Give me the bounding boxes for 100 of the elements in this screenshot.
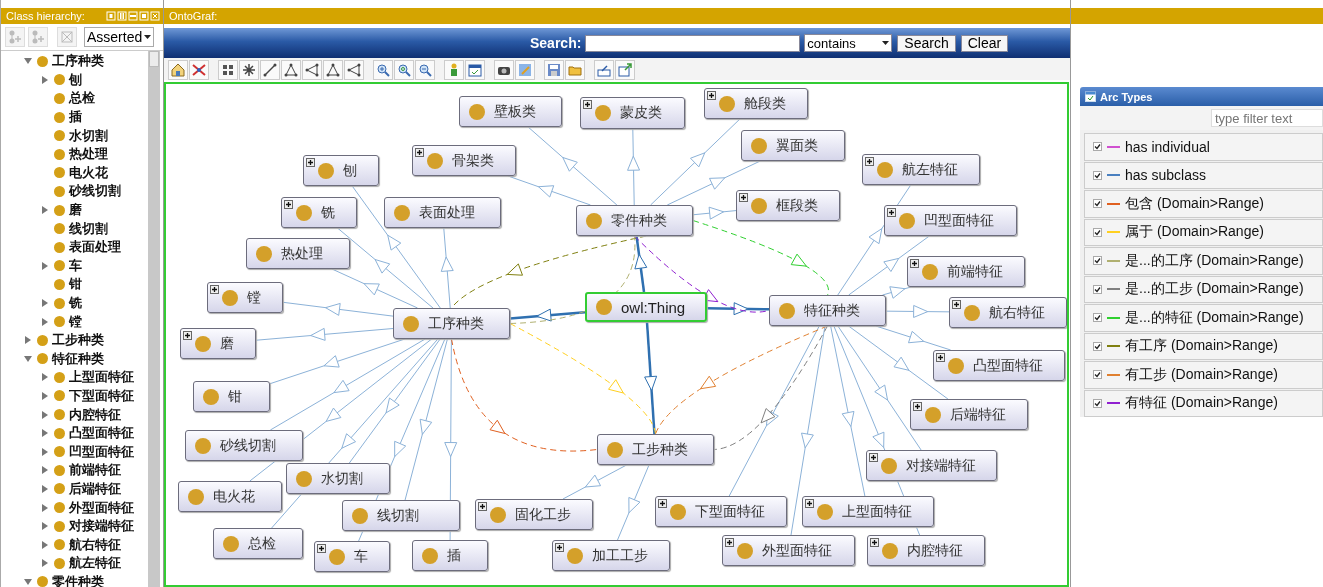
class-node[interactable]: 线切割 <box>342 500 460 531</box>
checkbox[interactable] <box>1093 142 1102 152</box>
arc-type-item[interactable]: 包含 (Domain>Range) <box>1084 190 1323 218</box>
expand-icon[interactable] <box>739 193 748 202</box>
tree-item[interactable]: 钳 <box>1 275 148 294</box>
expand-icon[interactable] <box>317 544 326 553</box>
filter-field[interactable]: type filter text <box>1211 109 1323 127</box>
checkbox[interactable] <box>1093 313 1102 323</box>
tree-item[interactable]: 刨 <box>1 70 148 90</box>
tree-item[interactable]: 前端特征 <box>1 461 148 480</box>
expand-icon[interactable] <box>952 300 961 309</box>
expand-icon[interactable] <box>870 538 879 547</box>
class-node[interactable]: 总检 <box>213 528 303 559</box>
checkbox[interactable] <box>1093 227 1102 237</box>
arc-type-item[interactable]: 有特征 (Domain>Range) <box>1084 389 1323 417</box>
class-node[interactable]: 下型面特征 <box>655 496 787 527</box>
expand-icon[interactable] <box>865 157 874 166</box>
class-node[interactable]: 蒙皮类 <box>580 97 685 129</box>
tree-item[interactable]: 表面处理 <box>1 237 148 257</box>
class-node[interactable]: 凸型面特征 <box>933 350 1065 381</box>
class-node[interactable]: 后端特征 <box>910 399 1028 430</box>
class-node[interactable]: 刨 <box>303 155 379 186</box>
class-node[interactable]: 固化工步 <box>475 499 593 530</box>
checkbox[interactable] <box>1093 370 1102 380</box>
class-node[interactable]: 壁板类 <box>459 96 562 127</box>
expand-icon[interactable] <box>210 285 219 294</box>
class-node[interactable]: 铣 <box>281 197 357 228</box>
tree-item[interactable]: 插 <box>1 107 148 127</box>
diagonal-icon[interactable] <box>260 60 280 80</box>
expanded-toggle-icon[interactable] <box>23 576 35 587</box>
tree-item[interactable]: 下型面特征 <box>1 386 148 406</box>
class-node[interactable]: 镗 <box>207 282 283 313</box>
tree-item[interactable]: 铣 <box>1 293 148 313</box>
tree-item[interactable]: 凹型面特征 <box>1 442 148 462</box>
sideways-tree-icon[interactable] <box>302 60 322 80</box>
class-node[interactable]: 特征种类 <box>769 295 886 326</box>
zoom-in-icon[interactable] <box>373 60 393 80</box>
tree-item[interactable]: 外型面特征 <box>1 498 148 517</box>
expand-icon[interactable] <box>887 208 896 217</box>
arc-type-item[interactable]: 是...的工步 (Domain>Range) <box>1084 275 1323 303</box>
arc-type-item[interactable]: 有工序 (Domain>Range) <box>1084 332 1323 360</box>
zoom-out-icon[interactable] <box>415 60 435 80</box>
search-button[interactable]: Search <box>897 34 956 52</box>
checkbox[interactable] <box>1093 341 1102 351</box>
class-node[interactable]: 航右特征 <box>949 297 1067 328</box>
class-node[interactable]: 车 <box>314 541 390 572</box>
class-node[interactable]: 上型面特征 <box>802 496 934 527</box>
class-node[interactable]: 舱段类 <box>704 88 808 119</box>
class-node[interactable]: 热处理 <box>246 238 350 269</box>
save-icon[interactable] <box>544 60 564 80</box>
mode-dropdown[interactable]: Asserted <box>84 27 155 47</box>
tree-item[interactable]: 工步种类 <box>1 330 148 350</box>
class-node[interactable]: 框段类 <box>736 190 840 221</box>
expand-icon[interactable] <box>725 538 734 547</box>
sideways-tree-icon[interactable] <box>344 60 364 80</box>
checkbox[interactable] <box>1093 398 1102 408</box>
camera-icon[interactable] <box>494 60 514 80</box>
class-node[interactable]: 工步种类 <box>597 434 714 465</box>
expand-icon[interactable] <box>183 331 192 340</box>
tree-item[interactable]: 凸型面特征 <box>1 423 148 443</box>
search-field[interactable] <box>585 34 801 52</box>
checkbox[interactable] <box>1093 199 1102 209</box>
tree-item[interactable]: 对接端特征 <box>1 516 148 536</box>
tree-item[interactable]: 工序种类 <box>1 52 148 71</box>
checkbox[interactable] <box>1093 284 1102 294</box>
class-node[interactable]: 钳 <box>193 381 270 412</box>
expanded-toggle-icon[interactable] <box>23 353 35 364</box>
grid-icon[interactable] <box>218 60 238 80</box>
expand-icon[interactable] <box>805 499 814 508</box>
tree-item[interactable]: 车 <box>1 256 148 276</box>
arc-type-item[interactable]: has subclass <box>1084 161 1323 189</box>
class-node[interactable]: 航左特征 <box>862 154 980 185</box>
class-node[interactable]: 外型面特征 <box>722 535 855 566</box>
home-icon[interactable] <box>168 60 188 80</box>
zoom-reset-icon[interactable] <box>394 60 414 80</box>
tree-item[interactable]: 上型面特征 <box>1 368 148 387</box>
tree-item[interactable]: 航右特征 <box>1 535 148 555</box>
class-node[interactable]: 水切割 <box>286 463 390 494</box>
class-node[interactable]: owl:Thing <box>585 292 707 322</box>
checkbox[interactable] <box>1093 170 1102 180</box>
tree-item[interactable]: 后端特征 <box>1 479 148 499</box>
class-node[interactable]: 零件种类 <box>576 205 693 236</box>
tree-icon[interactable] <box>323 60 343 80</box>
tree-item[interactable]: 航左特征 <box>1 554 148 573</box>
class-node[interactable]: 前端特征 <box>907 256 1025 287</box>
class-node[interactable]: 砂线切割 <box>185 430 303 461</box>
expand-icon[interactable] <box>415 148 424 157</box>
expand-icon[interactable] <box>913 402 922 411</box>
expand-icon[interactable] <box>555 543 564 552</box>
window-icon[interactable] <box>465 60 485 80</box>
tree-icon[interactable] <box>281 60 301 80</box>
tree-item[interactable]: 内腔特征 <box>1 405 148 424</box>
expand-icon[interactable] <box>707 91 716 100</box>
class-node[interactable]: 内腔特征 <box>867 535 985 566</box>
class-node[interactable]: 表面处理 <box>384 197 501 228</box>
tree-item[interactable]: 线切割 <box>1 219 148 238</box>
tree-item[interactable]: 磨 <box>1 200 148 220</box>
class-node[interactable]: 凹型面特征 <box>884 205 1017 236</box>
expand-icon[interactable] <box>658 499 667 508</box>
class-node[interactable]: 骨架类 <box>412 145 516 176</box>
